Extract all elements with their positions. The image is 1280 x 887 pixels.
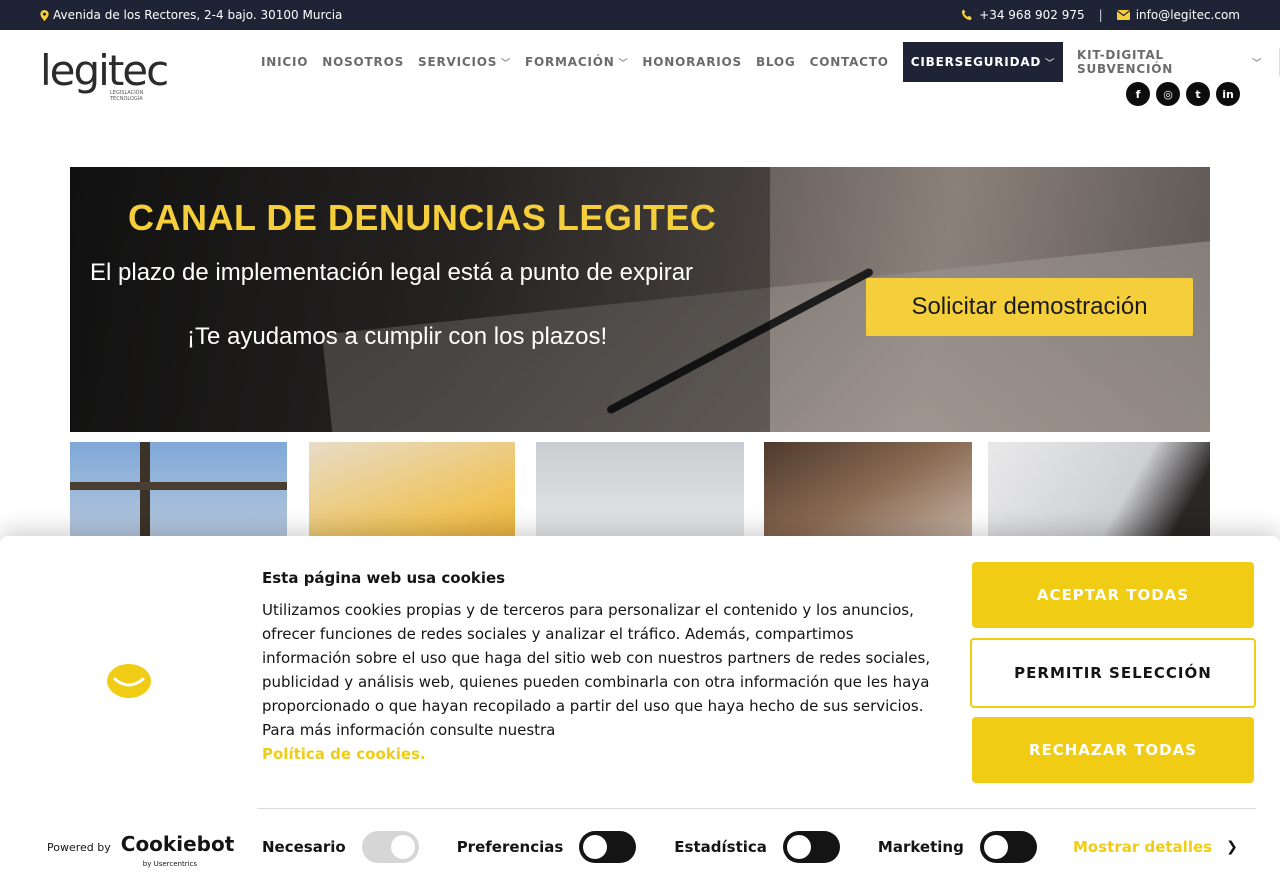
- request-demo-button[interactable]: Solicitar demostración: [866, 278, 1193, 336]
- thumbnail-image[interactable]: [309, 442, 515, 542]
- nav-item-servicios[interactable]: SERVICIOS ﹀: [411, 42, 518, 82]
- cookie-category-toggles: Necesario Preferencias Estadística Marke…: [262, 831, 1037, 863]
- cookie-icon: [107, 664, 151, 698]
- chevron-down-icon: ﹀: [1252, 58, 1263, 69]
- facebook-icon[interactable]: f: [1126, 82, 1150, 106]
- nav-item-contacto[interactable]: CONTACTO: [803, 42, 896, 82]
- map-pin-icon: [40, 9, 49, 21]
- hero-subtitle: El plazo de implementación legal está a …: [90, 259, 694, 286]
- toggle-label: Estadística: [674, 838, 767, 856]
- top-bar: Avenida de los Rectores, 2-4 bajo. 30100…: [0, 0, 1280, 30]
- toggle-label: Preferencias: [456, 838, 564, 856]
- social-links: f ◎ t in: [1126, 82, 1240, 106]
- toggle-label: Necesario: [262, 838, 346, 856]
- reject-all-button[interactable]: RECHAZAR TODAS: [972, 717, 1254, 783]
- contact-info: +34 968 902 975 | info@legitec.com: [961, 8, 1240, 22]
- cookie-description: Utilizamos cookies propias y de terceros…: [262, 598, 932, 766]
- thumbnail-image[interactable]: [70, 442, 287, 542]
- allow-selection-button[interactable]: PERMITIR SELECCIÓN: [970, 638, 1256, 708]
- logo-tagline: LEGISLACIÓN TECNOLOGÍA: [110, 90, 144, 102]
- instagram-icon[interactable]: ◎: [1156, 82, 1180, 106]
- toggle-preferencias: Preferencias: [457, 831, 637, 863]
- chevron-down-icon: ﹀: [618, 58, 629, 69]
- phone-link[interactable]: +34 968 902 975: [979, 8, 1084, 22]
- nav-item-blog[interactable]: BLOG: [749, 42, 803, 82]
- toggle-label: Marketing: [877, 838, 964, 856]
- nav-item-inicio[interactable]: INICIO: [254, 42, 315, 82]
- logo-wordmark: legitec: [40, 46, 169, 95]
- nav-item-nosotros[interactable]: NOSOTROS: [315, 42, 411, 82]
- site-header: legitec LEGISLACIÓN TECNOLOGÍA INICIO NO…: [0, 30, 1280, 120]
- thumbnail-image[interactable]: [764, 442, 972, 542]
- thumbnail-image[interactable]: [536, 442, 744, 542]
- hero-banner: CANAL DE DENUNCIAS LEGITEC El plazo de i…: [70, 167, 1210, 432]
- cookie-title: Esta página web usa cookies: [262, 569, 506, 587]
- legitec-logo[interactable]: legitec LEGISLACIÓN TECNOLOGÍA: [40, 46, 169, 103]
- toggle-estadistica: Estadística: [674, 831, 840, 863]
- hero-tagline: ¡Te ayudamos a cumplir con los plazos!: [187, 323, 608, 350]
- address-text: Avenida de los Rectores, 2-4 bajo. 30100…: [53, 8, 343, 22]
- main-nav: INICIO NOSOTROS SERVICIOS ﹀ FORMACIÓN ﹀ HO…: [254, 42, 1280, 82]
- estadistica-switch[interactable]: [782, 831, 840, 863]
- chevron-down-icon: ﹀: [501, 58, 511, 69]
- marketing-switch[interactable]: [979, 831, 1037, 863]
- chevron-down-icon: ﹀: [1045, 58, 1055, 69]
- nav-item-ciberseguridad[interactable]: CIBERSEGURIDAD ﹀: [902, 42, 1063, 82]
- service-thumbnails: [70, 442, 1210, 542]
- toggle-necesario: Necesario: [262, 831, 419, 863]
- twitter-icon[interactable]: t: [1186, 82, 1210, 106]
- chevron-right-icon: ❯: [1226, 839, 1238, 855]
- hero-title: CANAL DE DENUNCIAS LEGITEC: [128, 197, 717, 238]
- accept-all-button[interactable]: ACEPTAR TODAS: [972, 562, 1254, 628]
- show-details-button[interactable]: Mostrar detalles ❯: [1073, 838, 1238, 856]
- toggle-marketing: Marketing: [878, 831, 1037, 863]
- necesario-switch: [361, 831, 419, 863]
- cookie-policy-link[interactable]: Política de cookies.: [262, 742, 932, 766]
- nav-item-formacion[interactable]: FORMACIÓN ﹀: [518, 42, 635, 82]
- linkedin-icon[interactable]: in: [1216, 82, 1240, 106]
- cookiebot-badge[interactable]: Powered by Cookiebot by Usercentrics: [47, 832, 235, 868]
- powered-by-label: Powered by: [47, 841, 111, 854]
- nav-item-kit-digital[interactable]: KIT-DIGITAL SUBVENCIÓN ﹀: [1070, 42, 1269, 82]
- cookiebot-logo: Cookiebot by Usercentrics: [120, 832, 235, 868]
- address: Avenida de los Rectores, 2-4 bajo. 30100…: [40, 8, 342, 22]
- contact-separator: |: [1098, 8, 1103, 22]
- email-link[interactable]: info@legitec.com: [1136, 8, 1240, 22]
- nav-item-honorarios[interactable]: HONORARIOS: [635, 42, 749, 82]
- envelope-icon: [1116, 10, 1130, 20]
- cookie-divider: [257, 808, 1256, 809]
- preferencias-switch[interactable]: [579, 831, 637, 863]
- cookie-consent-banner: Esta página web usa cookies Utilizamos c…: [0, 536, 1280, 887]
- phone-icon: [961, 9, 972, 21]
- thumbnail-image[interactable]: [988, 442, 1210, 542]
